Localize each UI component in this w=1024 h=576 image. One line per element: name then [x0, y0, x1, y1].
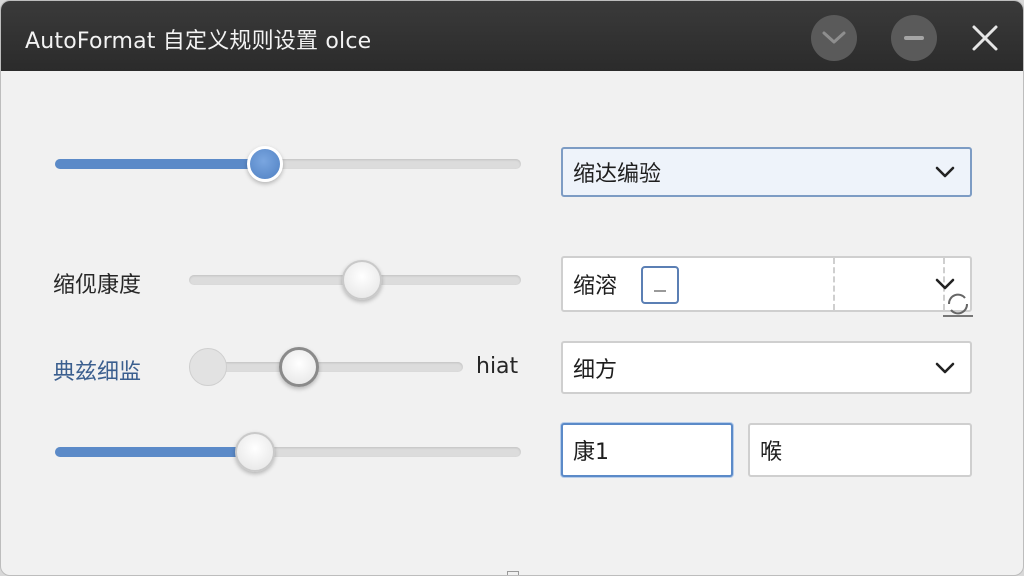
chevron-down-icon: [822, 31, 846, 44]
slider-thumb[interactable]: [235, 432, 276, 472]
slider-thumb[interactable]: [278, 347, 319, 387]
slider-thumb[interactable]: [341, 260, 382, 300]
slider-row-3[interactable]: [189, 347, 463, 387]
select-value: 细方: [573, 357, 618, 383]
divider: [833, 258, 835, 310]
select-value: 缩达编验: [573, 162, 662, 187]
slider-thumb[interactable]: [246, 146, 283, 182]
refresh-icon[interactable]: [941, 289, 975, 319]
label-row-2: 缩伣康度: [53, 273, 142, 298]
window-title: AutoFormat 自定义规则设置 olce: [25, 29, 372, 54]
select-row-3[interactable]: 细方: [561, 341, 972, 394]
label-row-3: 典兹细监: [53, 360, 142, 385]
slider-fill: [55, 159, 265, 169]
collapse-button[interactable]: [811, 15, 857, 61]
resize-grip[interactable]: [507, 571, 519, 575]
caret-icon: [654, 290, 666, 292]
value-input-secondary[interactable]: [748, 423, 972, 477]
title-bar: AutoFormat 自定义规则设置 olce: [1, 1, 1023, 71]
slider-track: [189, 362, 463, 372]
slider-suffix: hiat: [476, 354, 519, 379]
minimize-button[interactable]: [891, 15, 937, 61]
slider-row-2[interactable]: [189, 260, 521, 300]
select-row-1[interactable]: 缩达编验: [561, 147, 972, 197]
slider-row-4[interactable]: [55, 432, 521, 472]
select-value: 缩溶: [573, 274, 618, 299]
autoformat-dialog: AutoFormat 自定义规则设置 olce 缩达编验 缩伣康度 缩溶 典兹细…: [0, 0, 1024, 576]
close-button[interactable]: [963, 15, 1007, 61]
inline-dropdown[interactable]: [641, 266, 679, 304]
slider-row-1[interactable]: [55, 146, 521, 182]
slider-start-knob: [189, 348, 228, 386]
minimize-icon: [904, 36, 924, 40]
chevron-down-icon: [935, 362, 955, 373]
slider-fill: [55, 447, 256, 457]
value-input-primary[interactable]: [561, 423, 733, 477]
select-row-2[interactable]: 缩溶: [561, 256, 972, 312]
close-icon: [972, 25, 998, 51]
chevron-down-icon: [935, 166, 955, 178]
